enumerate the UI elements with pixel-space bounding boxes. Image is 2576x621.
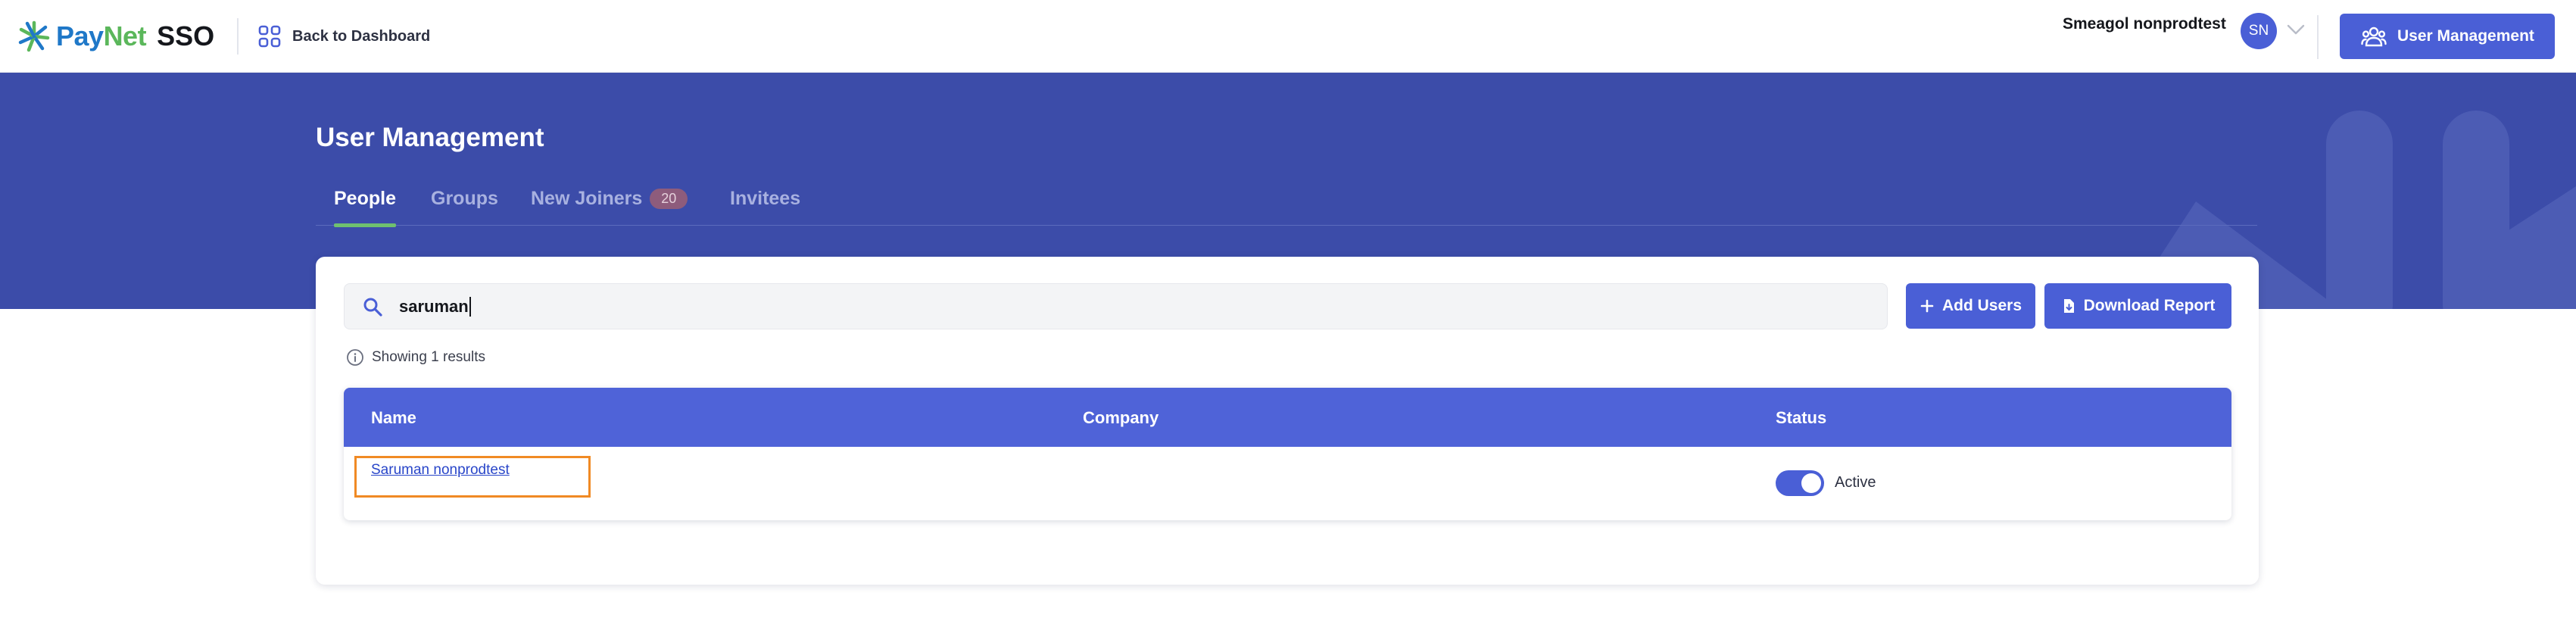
tab-label: New Joiners bbox=[531, 188, 643, 209]
avatar[interactable]: SN bbox=[2241, 13, 2277, 49]
divider bbox=[237, 18, 239, 55]
table-row[interactable]: Saruman nonprodtest Active bbox=[344, 447, 2231, 520]
download-file-icon bbox=[2063, 299, 2074, 313]
search-icon bbox=[363, 298, 382, 317]
add-users-button[interactable]: Add Users bbox=[1906, 283, 2035, 329]
tab-new-joiners[interactable]: New Joiners 20 bbox=[531, 188, 688, 226]
info-icon bbox=[347, 349, 363, 366]
users-icon bbox=[2361, 27, 2387, 47]
status-toggle[interactable] bbox=[1776, 470, 1824, 496]
status-label: Active bbox=[1835, 474, 1876, 491]
current-user-name[interactable]: Smeagol nonprodtest bbox=[2063, 15, 2226, 33]
paynet-burst-icon bbox=[18, 20, 50, 52]
search-query: saruman bbox=[399, 296, 469, 316]
text-cursor bbox=[469, 296, 471, 317]
results-count-text: Showing 1 results bbox=[372, 349, 485, 365]
tab-label: People bbox=[334, 188, 396, 209]
search-input[interactable]: saruman bbox=[344, 283, 1888, 329]
download-report-label: Download Report bbox=[2083, 297, 2216, 314]
people-table: Name Company Status Saruman nonprodtest … bbox=[344, 388, 2231, 520]
top-bar: Pay Net SSO Back to Dashboard Smeagol non… bbox=[0, 0, 2576, 73]
tab-label: Groups bbox=[431, 188, 498, 209]
download-report-button[interactable]: Download Report bbox=[2044, 283, 2231, 329]
page-title: User Management bbox=[316, 123, 544, 152]
tab-groups[interactable]: Groups bbox=[431, 188, 498, 226]
column-header-name[interactable]: Name bbox=[371, 408, 416, 428]
logo-text-sso: SSO bbox=[157, 20, 215, 51]
tab-invitees[interactable]: Invitees bbox=[730, 188, 800, 226]
tab-bar: People Groups New Joiners 20 Invitees bbox=[316, 188, 2257, 227]
logo-text-pay: Pay bbox=[56, 20, 104, 51]
column-header-company[interactable]: Company bbox=[1083, 408, 1159, 428]
user-management-button[interactable]: User Management bbox=[2340, 14, 2555, 59]
plus-icon bbox=[1920, 299, 1934, 313]
user-name-link[interactable]: Saruman nonprodtest bbox=[371, 462, 510, 479]
logo-text-net: Net bbox=[103, 20, 147, 51]
grid-icon bbox=[258, 25, 281, 48]
add-users-label: Add Users bbox=[1941, 297, 2022, 314]
user-management-label: User Management bbox=[2397, 27, 2534, 45]
table-header: Name Company Status bbox=[344, 388, 2231, 447]
divider bbox=[2317, 15, 2319, 59]
paynet-sso-logo[interactable]: Pay Net SSO bbox=[18, 18, 214, 55]
back-to-dashboard-link[interactable]: Back to Dashboard bbox=[257, 21, 430, 51]
new-joiners-count-badge: 20 bbox=[650, 189, 688, 209]
people-card: saruman Add Users Download Report Showin… bbox=[316, 257, 2259, 585]
tab-label: Invitees bbox=[730, 188, 801, 209]
column-header-status[interactable]: Status bbox=[1776, 408, 1826, 428]
chevron-down-icon[interactable] bbox=[2285, 21, 2306, 38]
toggle-knob bbox=[1801, 473, 1821, 493]
back-to-dashboard-label: Back to Dashboard bbox=[292, 27, 431, 45]
tab-people[interactable]: People bbox=[334, 188, 396, 227]
results-summary: Showing 1 results bbox=[346, 348, 485, 367]
